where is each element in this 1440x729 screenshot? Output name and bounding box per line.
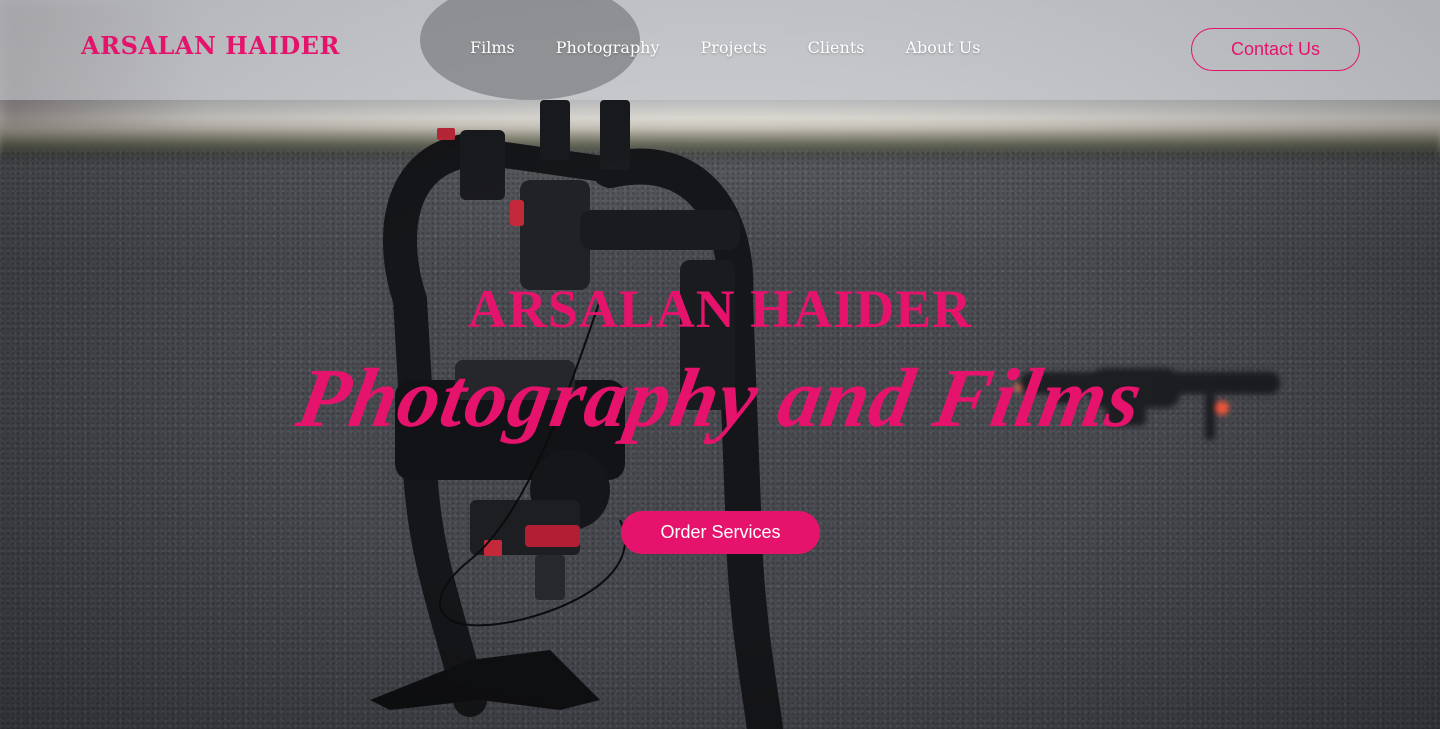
nav-item-about-us[interactable]: About Us: [905, 38, 980, 57]
brand-logo[interactable]: ARSALAN HAIDER: [81, 31, 340, 60]
contact-us-button[interactable]: Contact Us: [1191, 28, 1360, 71]
main-nav: Films Photography Projects Clients About…: [470, 38, 1021, 57]
nav-item-photography[interactable]: Photography: [556, 38, 660, 57]
order-services-button[interactable]: Order Services: [621, 511, 820, 554]
nav-item-films[interactable]: Films: [470, 38, 515, 57]
nav-item-projects[interactable]: Projects: [701, 38, 767, 57]
hero-tagline: Photography and Films: [290, 352, 1150, 445]
nav-item-clients[interactable]: Clients: [808, 38, 865, 57]
site-header: ARSALAN HAIDER Films Photography Project…: [0, 0, 1440, 100]
hero-name: ARSALAN HAIDER: [467, 279, 973, 339]
